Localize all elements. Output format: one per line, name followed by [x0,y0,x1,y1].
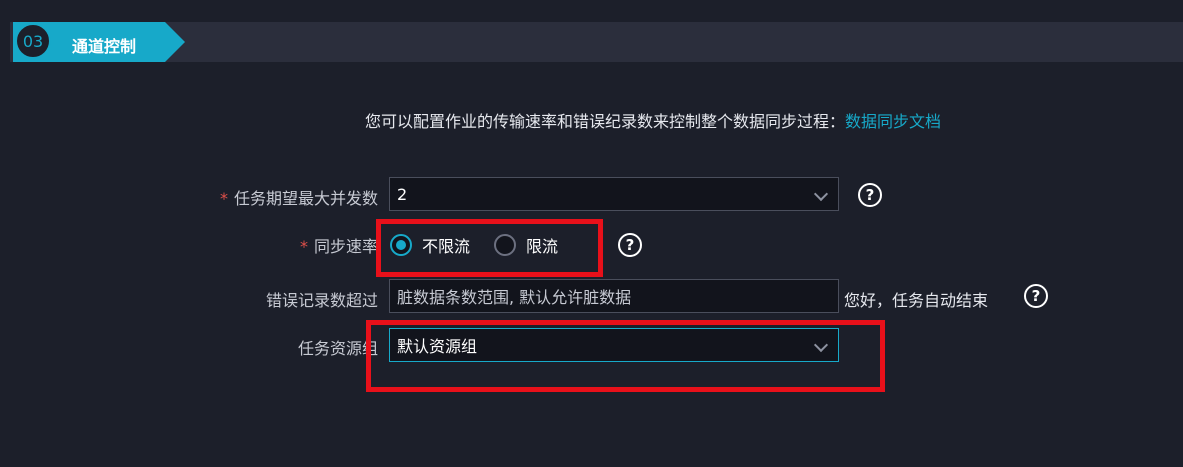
required-mark: * [219,189,228,208]
max-concurrency-select[interactable]: 2 [389,177,839,211]
radio-unselected-icon [494,234,517,256]
resource-group-label: 任务资源组 [297,339,378,358]
required-mark: * [299,237,308,256]
resource-group-select[interactable]: 默认资源组 [389,328,839,362]
help-icon[interactable]: ? [858,183,882,207]
sync-rate-label: * 同步速率 [280,233,378,257]
help-icon[interactable]: ? [1024,284,1048,308]
intro-text: 您可以配置作业的传输速率和错误纪录数来控制整个数据同步过程：数据同步文档 [365,108,941,132]
max-concurrency-label: * 任务期望最大并发数 [200,185,378,209]
error-records-label: 错误记录数超过 [265,291,378,310]
error-records-suffix: 您好，任务自动结束 [844,291,989,310]
radio-limited-label: 限流 [526,237,559,256]
section-header-bar [10,22,1183,62]
docs-link[interactable]: 数据同步文档 [845,112,941,131]
radio-unlimited-label: 不限流 [422,237,471,256]
radio-limited[interactable]: 限流 [494,233,558,257]
error-records-placeholder: 脏数据条数范围, 默认允许脏数据 [397,288,632,307]
sync-rate-label-text: 同步速率 [313,237,378,256]
radio-selected-icon [390,234,412,256]
resource-group-value: 默认资源组 [397,337,478,356]
error-records-input[interactable]: 脏数据条数范围, 默认允许脏数据 [389,279,839,313]
max-concurrency-value: 2 [397,184,408,204]
intro-description: 您可以配置作业的传输速率和错误纪录数来控制整个数据同步过程： [365,112,846,131]
radio-unlimited[interactable]: 不限流 [390,233,470,257]
chevron-down-icon [813,337,829,353]
sync-rate-radio-group: 不限流 限流 [390,233,582,257]
section-title: 通道控制 [72,37,137,56]
chevron-down-icon [813,186,829,202]
step-number-badge: 03 [15,23,51,59]
help-icon[interactable]: ? [618,233,642,257]
max-concurrency-label-text: 任务期望最大并发数 [233,189,378,208]
